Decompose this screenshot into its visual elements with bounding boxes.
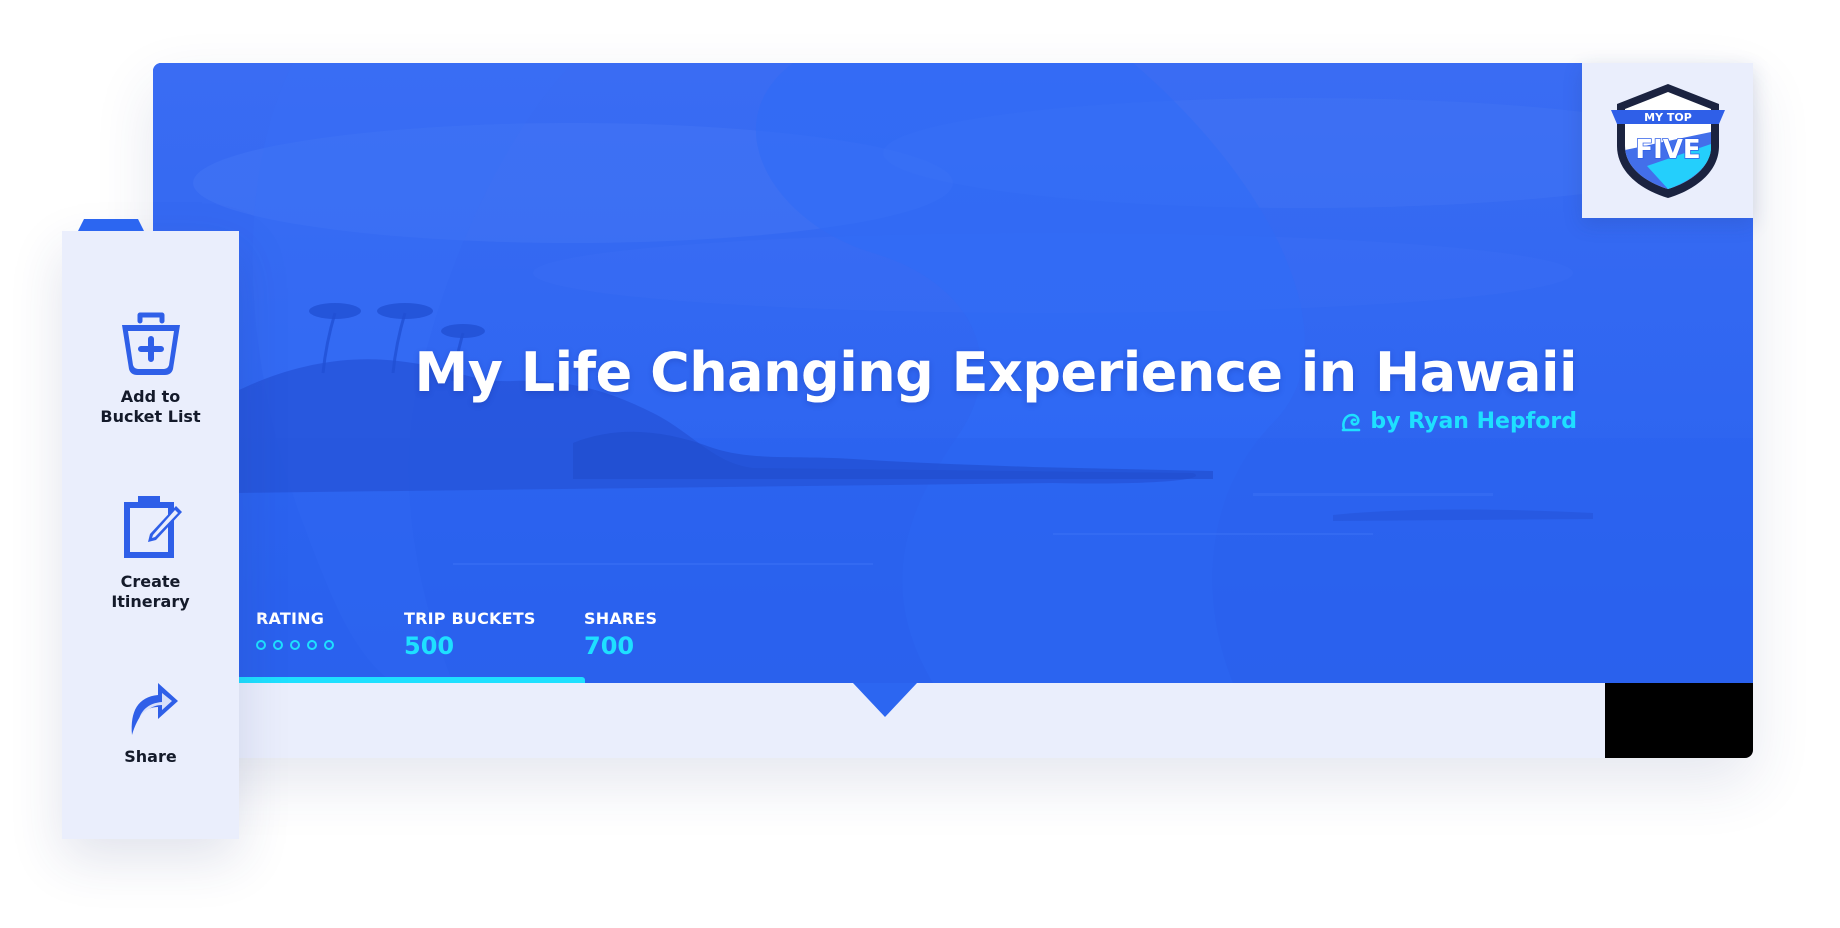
share-button[interactable]: Share (62, 671, 239, 767)
add-to-bucket-list-label: Add to Bucket List (100, 387, 201, 426)
share-arrow-icon (122, 671, 180, 737)
clipboard-edit-icon (118, 494, 184, 562)
trip-hero-card: My Life Changing Experience in Hawaii by… (153, 63, 1753, 758)
page: My Life Changing Experience in Hawaii by… (0, 0, 1840, 928)
stat-shares-label: SHARES (584, 609, 658, 628)
badge-line1: MY TOP (1644, 111, 1692, 124)
add-to-bucket-list-button[interactable]: Add to Bucket List (62, 311, 239, 427)
panel-tab-notch (78, 219, 144, 231)
author-name: by Ryan Hepford (1370, 409, 1577, 434)
rating-dots[interactable] (256, 640, 356, 650)
trip-stats: RATING TRIP BUCKETS 500 SHARES 700 (256, 609, 657, 660)
rating-dot[interactable] (256, 640, 266, 650)
create-itinerary-label: Create Itinerary (111, 572, 190, 611)
my-top-five-badge: MY TOP FIVE (1582, 63, 1753, 218)
bucket-add-icon (118, 311, 184, 377)
rating-dot[interactable] (273, 640, 283, 650)
create-itinerary-button[interactable]: Create Itinerary (62, 494, 239, 612)
badge-line2: FIVE (1635, 135, 1700, 165)
stat-shares-value: 700 (584, 632, 635, 660)
stat-rating: RATING (256, 609, 356, 660)
stat-shares: SHARES 700 (584, 609, 657, 660)
media-placeholder (1605, 683, 1753, 758)
action-panel: Add to Bucket List Create Itinerary Shar… (62, 219, 239, 839)
trip-title: My Life Changing Experience in Hawaii (414, 341, 1578, 404)
share-label: Share (124, 747, 177, 766)
hero-bottom-bar (153, 683, 1753, 758)
rating-dot[interactable] (290, 640, 300, 650)
stat-trip-buckets: TRIP BUCKETS 500 (404, 609, 536, 660)
shield-badge-icon: MY TOP FIVE (1610, 83, 1725, 198)
author-byline[interactable]: by Ryan Hepford (1340, 409, 1577, 434)
rating-dot[interactable] (307, 640, 317, 650)
stat-trip-buckets-label: TRIP BUCKETS (404, 609, 536, 628)
stat-rating-label: RATING (256, 609, 325, 628)
wave-icon (1340, 411, 1362, 433)
rating-dot[interactable] (324, 640, 334, 650)
stat-trip-buckets-value: 500 (404, 632, 455, 660)
hero-banner: My Life Changing Experience in Hawaii by… (153, 63, 1753, 683)
